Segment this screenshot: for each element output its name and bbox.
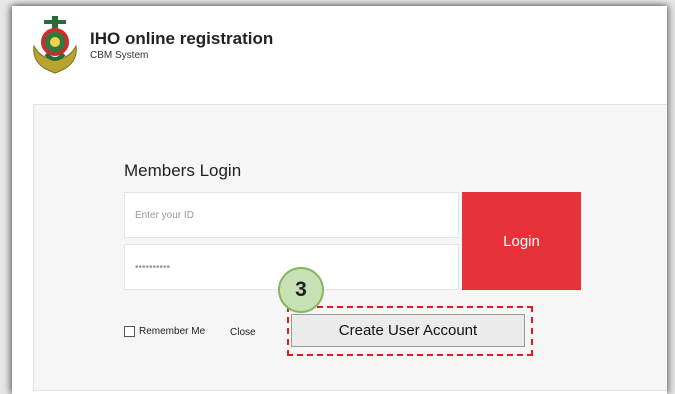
page-header: IHO online registration CBM System	[12, 6, 667, 86]
app-title: IHO online registration	[90, 29, 274, 48]
iho-logo-icon	[33, 16, 77, 74]
close-link[interactable]: Close	[230, 327, 256, 338]
id-input[interactable]	[125, 193, 458, 237]
app-subtitle: CBM System	[90, 50, 149, 61]
remember-me-label: Remember Me	[139, 326, 206, 337]
login-panel: Members Login Login Remember Me Close Cr…	[33, 104, 667, 391]
remember-me[interactable]: Remember Me	[124, 326, 205, 337]
login-button[interactable]: Login	[462, 192, 581, 290]
login-heading: Members Login	[124, 161, 242, 180]
create-user-account-button[interactable]: Create User Account	[291, 314, 525, 347]
browser-window: IHO online registration CBM System Membe…	[12, 6, 667, 394]
remember-me-checkbox[interactable]	[124, 326, 135, 337]
id-field[interactable]	[124, 192, 459, 238]
step-badge: 3	[278, 267, 324, 313]
